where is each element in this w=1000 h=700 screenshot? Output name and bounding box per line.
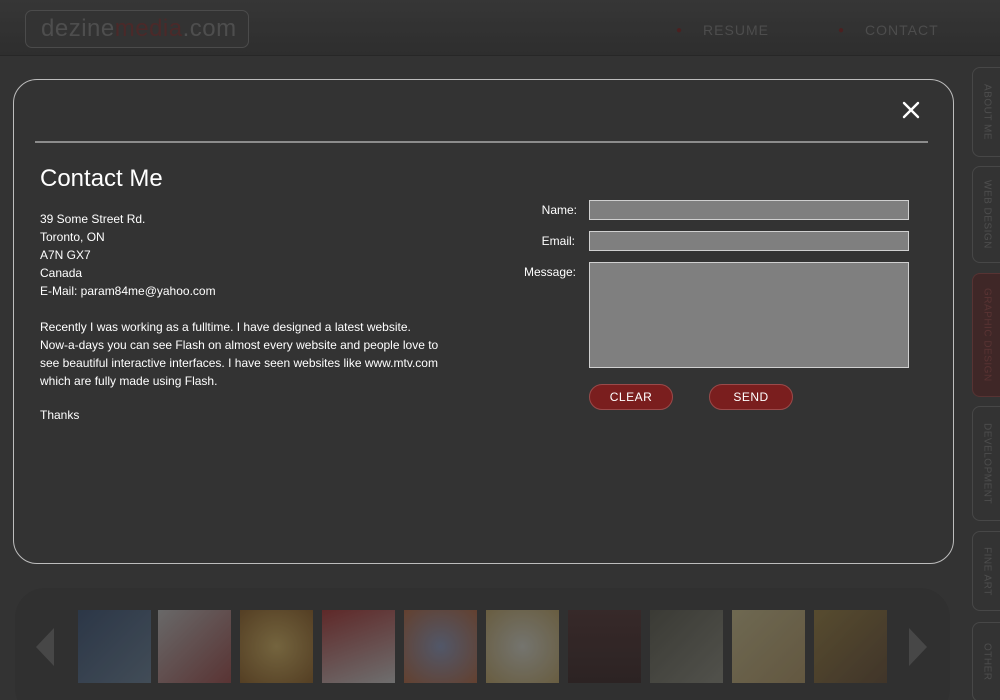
thanks-text: Thanks (40, 408, 80, 422)
email-field[interactable] (589, 231, 909, 251)
close-icon[interactable] (901, 100, 921, 120)
intro-paragraph: Recently I was working as a fulltime. I … (40, 320, 439, 388)
contact-modal: Contact Me 39 Some Street Rd. Toronto, O… (13, 79, 954, 564)
address-line: 39 Some Street Rd. (40, 212, 146, 226)
name-label: Name: (541, 203, 577, 217)
send-button[interactable]: SEND (709, 384, 793, 410)
contact-address: 39 Some Street Rd. Toronto, ON A7N GX7 C… (40, 210, 216, 300)
address-line: Canada (40, 266, 83, 280)
clear-button[interactable]: CLEAR (589, 384, 673, 410)
email-line: E-Mail: param84me@yahoo.com (40, 284, 216, 298)
message-label: Message: (523, 265, 576, 279)
email-label: Email: (541, 234, 575, 248)
modal-title: Contact Me (40, 165, 163, 192)
divider (35, 141, 928, 143)
address-line: Toronto, ON (40, 230, 105, 244)
address-line: A7N GX7 (40, 248, 91, 262)
message-field[interactable] (589, 262, 909, 368)
name-field[interactable] (589, 200, 909, 220)
